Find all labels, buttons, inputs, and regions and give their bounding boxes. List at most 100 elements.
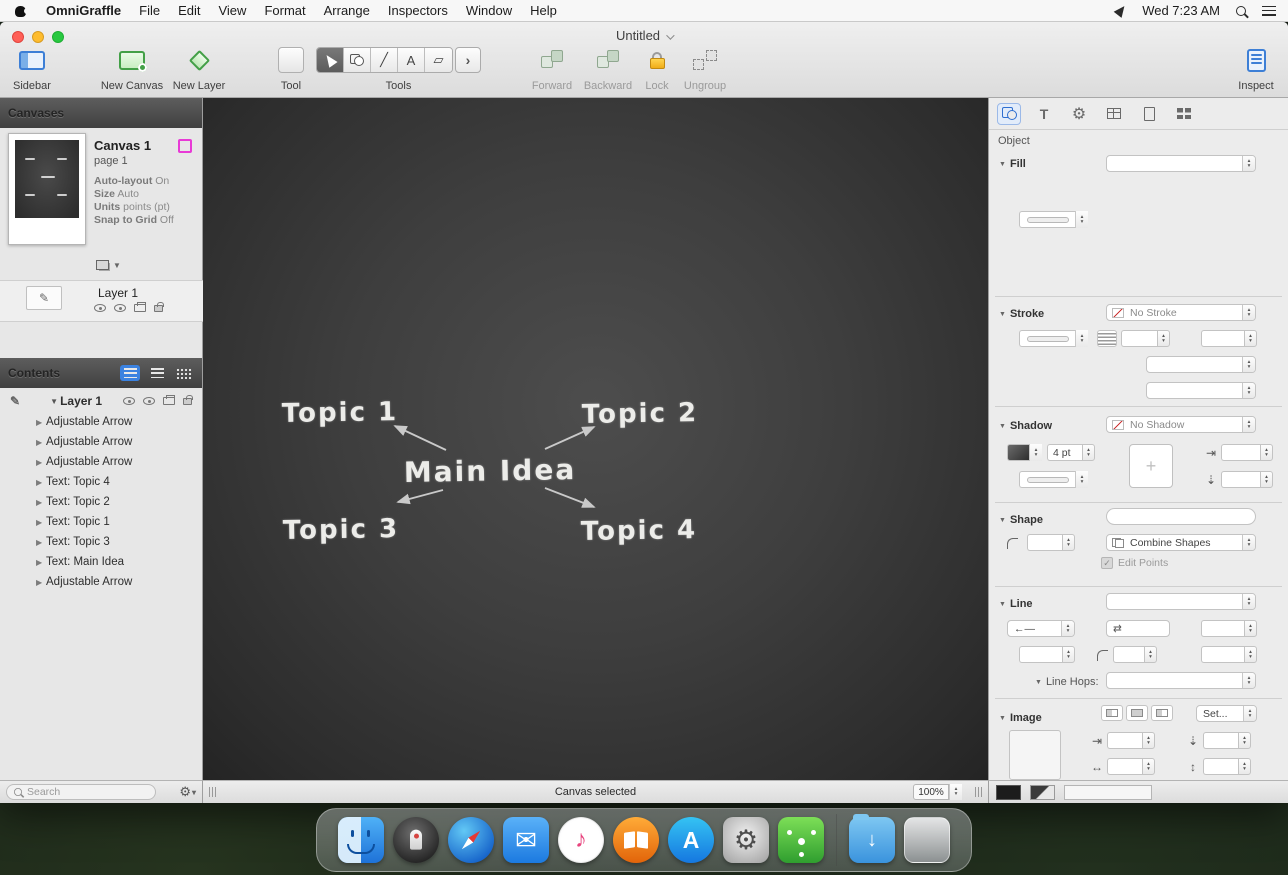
disclosure-icon[interactable]: ▶ xyxy=(36,458,46,467)
tab-canvas[interactable] xyxy=(1102,103,1126,125)
line-corner-field[interactable]: ▴▾ xyxy=(1113,646,1157,663)
notification-center-icon[interactable] xyxy=(1262,6,1276,16)
shadow-section-header[interactable]: Shadow xyxy=(999,420,1052,432)
image-set-popup[interactable]: Set...▴▾ xyxy=(1196,705,1257,722)
dock-omnigraffle[interactable] xyxy=(778,817,824,863)
dock-downloads[interactable] xyxy=(849,817,895,863)
layer-name[interactable]: Layer 1 xyxy=(98,286,138,300)
menu-arrange[interactable]: Arrange xyxy=(324,3,370,18)
toolbar-item-ungroup[interactable]: Ungroup xyxy=(678,46,732,92)
canvas-options[interactable]: ▼ xyxy=(96,260,121,270)
shadow-fuzz-well[interactable]: ▴▾ xyxy=(1019,471,1088,488)
layer-row[interactable]: Layer 1 xyxy=(0,280,203,322)
stroke-pattern-button[interactable] xyxy=(1097,330,1117,347)
fill-style-popup[interactable]: ▴▾ xyxy=(1106,155,1256,172)
stroke-width-field[interactable]: ▴▾ xyxy=(1121,330,1170,347)
image-well[interactable] xyxy=(1009,730,1061,780)
color-bar[interactable] xyxy=(1064,785,1152,800)
lock-layer-icon[interactable] xyxy=(183,398,192,405)
text-tool-button[interactable]: A xyxy=(398,48,425,72)
line-route-popup[interactable]: ⇄ xyxy=(1106,620,1170,637)
stroke-style-popup[interactable]: No Stroke▴▾ xyxy=(1106,304,1256,321)
node-topic-3[interactable]: Topic 3 xyxy=(283,514,400,546)
disclosure-icon[interactable]: ▶ xyxy=(36,538,46,547)
list-item[interactable]: ▶Adjustable Arrow xyxy=(0,432,202,452)
shadow-v-offset-field[interactable]: ▴▾ xyxy=(1221,471,1273,488)
line-hops-popup[interactable]: ▴▾ xyxy=(1106,672,1256,689)
line-section-header[interactable]: Line xyxy=(999,598,1033,610)
edit-points-checkbox[interactable]: Edit Points xyxy=(1101,557,1168,569)
shadow-blur-field[interactable]: 4 pt▴▾ xyxy=(1047,444,1095,461)
line-width-field[interactable]: ▴▾ xyxy=(1019,646,1075,663)
image-h-offset-field[interactable]: ▴▾ xyxy=(1107,732,1155,749)
combine-shapes-popup[interactable]: Combine Shapes▴▾ xyxy=(1106,534,1256,551)
list-item[interactable]: ▶Text: Topic 3 xyxy=(0,532,202,552)
stroke-color-well[interactable]: ▴▾ xyxy=(1019,330,1088,347)
list-item[interactable]: ▶Text: Topic 2 xyxy=(0,492,202,512)
menu-clock[interactable]: Wed 7:23 AM xyxy=(1142,3,1220,18)
toolbar-item-tool[interactable]: Tool xyxy=(268,46,314,92)
dock-books[interactable] xyxy=(613,817,659,863)
dock-music[interactable] xyxy=(558,817,604,863)
shape-tool-button[interactable] xyxy=(344,48,371,72)
tab-type[interactable]: T xyxy=(1032,103,1056,125)
shape-popup[interactable] xyxy=(1106,508,1256,525)
image-v-offset-field[interactable]: ▴▾ xyxy=(1203,732,1251,749)
shadow-h-offset-field[interactable]: ▴▾ xyxy=(1221,444,1273,461)
menu-view[interactable]: View xyxy=(218,3,246,18)
dock-trash[interactable] xyxy=(904,817,950,863)
disclosure-icon[interactable]: ▶ xyxy=(36,498,46,507)
more-tools-button[interactable]: › xyxy=(455,47,481,73)
image-fit-button[interactable] xyxy=(1101,705,1123,721)
dock-app-store[interactable] xyxy=(668,817,714,863)
menu-window[interactable]: Window xyxy=(466,3,512,18)
preview-icon[interactable] xyxy=(143,397,155,405)
fill-section-header[interactable]: Fill xyxy=(999,158,1026,170)
node-main-idea[interactable]: Main Idea xyxy=(404,453,577,489)
stroke-corner-field[interactable]: ▴▾ xyxy=(1201,330,1257,347)
stroke-swatch[interactable] xyxy=(1030,785,1055,800)
print-icon[interactable] xyxy=(134,304,146,312)
disclosure-icon[interactable]: ▶ xyxy=(36,418,46,427)
dock-safari[interactable] xyxy=(448,817,494,863)
zoom-control[interactable]: 100% ▴▾ xyxy=(913,784,962,800)
grid-view-button[interactable] xyxy=(174,365,194,381)
toolbar-item-inspect[interactable]: Inspect xyxy=(1230,46,1282,92)
outline-view-button[interactable] xyxy=(147,365,167,381)
list-item[interactable]: ▶Adjustable Arrow xyxy=(0,452,202,472)
menu-format[interactable]: Format xyxy=(264,3,305,18)
dock-system-preferences[interactable] xyxy=(723,817,769,863)
line-end-arrow-field[interactable]: ▴▾ xyxy=(1201,620,1257,637)
search-input[interactable] xyxy=(27,786,127,798)
shadow-position-button[interactable]: + xyxy=(1129,444,1173,488)
tab-stencils[interactable] xyxy=(1172,103,1196,125)
list-item[interactable]: ▶Adjustable Arrow xyxy=(0,572,202,592)
line-tool-button[interactable]: ╱ xyxy=(371,48,398,72)
stroke-section-header[interactable]: Stroke xyxy=(999,308,1044,320)
list-view-button[interactable] xyxy=(120,365,140,381)
menu-inspectors[interactable]: Inspectors xyxy=(388,3,448,18)
shape-section-header[interactable]: Shape xyxy=(999,514,1043,526)
layer-thumbnail[interactable] xyxy=(26,286,62,310)
image-height-field[interactable]: ▴▾ xyxy=(1203,758,1251,775)
fill-color-well[interactable]: ▴▾ xyxy=(1019,211,1088,228)
toolbar-item-sidebar[interactable]: Sidebar xyxy=(6,46,58,92)
pen-tool-button[interactable]: ▱ xyxy=(425,48,452,72)
contents-layer-row[interactable]: ▼ Layer 1 xyxy=(0,390,202,412)
dock-launchpad[interactable] xyxy=(393,817,439,863)
apple-menu-icon[interactable] xyxy=(14,3,28,18)
location-arrow-icon[interactable] xyxy=(1114,3,1129,18)
dock-mail[interactable] xyxy=(503,817,549,863)
menu-file[interactable]: File xyxy=(139,3,160,18)
disclosure-icon[interactable]: ▶ xyxy=(36,518,46,527)
menu-edit[interactable]: Edit xyxy=(178,3,200,18)
node-topic-4[interactable]: Topic 4 xyxy=(581,515,698,547)
action-menu-button[interactable]: ⚙▾ xyxy=(179,784,196,800)
line-start-arrow-popup[interactable]: ←—▴▾ xyxy=(1007,620,1075,637)
canvas-thumbnail[interactable] xyxy=(8,133,86,245)
window-title[interactable]: Untitled xyxy=(0,28,1288,43)
toolbar-item-new-layer[interactable]: New Layer xyxy=(162,46,236,92)
preview-icon[interactable] xyxy=(114,304,126,312)
image-stretch-button[interactable] xyxy=(1126,705,1148,721)
inspector-resize-handle[interactable] xyxy=(975,787,982,797)
